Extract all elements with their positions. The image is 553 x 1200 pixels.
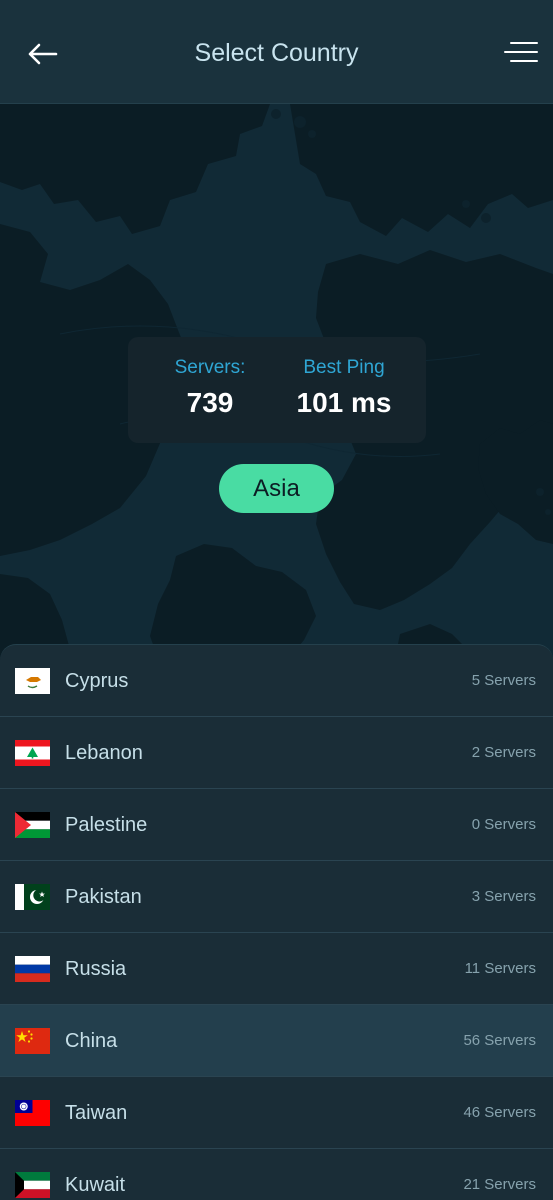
ping-stat: Best Ping 101 ms: [284, 355, 404, 421]
country-name: China: [65, 1030, 118, 1052]
world-map: Servers: 739 Best Ping 101 ms Asia: [0, 104, 553, 664]
region-button[interactable]: Asia: [219, 464, 334, 513]
china-flag-icon: [15, 1028, 50, 1054]
menu-icon: [504, 42, 538, 62]
stats-card: Servers: 739 Best Ping 101 ms: [128, 337, 426, 443]
page-title: Select Country: [194, 39, 359, 67]
country-list: Cyprus 5 Servers Lebanon 2 Servers Pales…: [0, 644, 553, 1200]
country-name: Pakistan: [65, 886, 142, 908]
country-row-pakistan[interactable]: Pakistan 3 Servers: [0, 861, 553, 933]
server-count: 0 Servers: [471, 816, 536, 833]
ping-value: 101 ms: [296, 387, 392, 418]
server-count: 21 Servers: [463, 1176, 536, 1193]
russia-flag-icon: [15, 956, 50, 982]
app-header: Select Country: [0, 0, 553, 104]
pakistan-flag-icon: [15, 884, 50, 910]
country-row-palestine[interactable]: Palestine 0 Servers: [0, 789, 553, 861]
country-row-china[interactable]: China 56 Servers: [0, 1005, 553, 1077]
server-count: 2 Servers: [471, 744, 536, 761]
ping-label: Best Ping: [303, 357, 385, 378]
country-row-cyprus[interactable]: Cyprus 5 Servers: [0, 645, 553, 717]
server-count: 11 Servers: [464, 960, 536, 977]
country-name: Palestine: [65, 814, 148, 836]
menu-button[interactable]: [503, 36, 539, 68]
servers-stat: Servers: 739: [162, 355, 258, 421]
servers-label: Servers:: [174, 357, 246, 378]
country-name: Russia: [65, 958, 127, 980]
country-row-lebanon[interactable]: Lebanon 2 Servers: [0, 717, 553, 789]
server-count: 5 Servers: [471, 672, 536, 689]
kuwait-flag-icon: [15, 1172, 50, 1198]
server-count: 3 Servers: [471, 888, 536, 905]
select-country-screen: Select Country Servers: 739 Best Ping 10…: [0, 0, 553, 1200]
country-row-russia[interactable]: Russia 11 Servers: [0, 933, 553, 1005]
server-count: 56 Servers: [463, 1032, 536, 1049]
taiwan-flag-icon: [15, 1100, 50, 1126]
servers-count: 739: [186, 387, 234, 418]
country-row-taiwan[interactable]: Taiwan 46 Servers: [0, 1077, 553, 1149]
country-name: Lebanon: [65, 742, 143, 764]
lebanon-flag-icon: [15, 740, 50, 766]
country-name: Cyprus: [65, 670, 129, 692]
country-name: Taiwan: [65, 1102, 128, 1124]
palestine-flag-icon: [15, 812, 50, 838]
country-name: Kuwait: [65, 1174, 126, 1196]
cyprus-flag-icon: [15, 668, 50, 694]
server-count: 46 Servers: [463, 1104, 536, 1121]
country-row-kuwait[interactable]: Kuwait 21 Servers: [0, 1149, 553, 1200]
